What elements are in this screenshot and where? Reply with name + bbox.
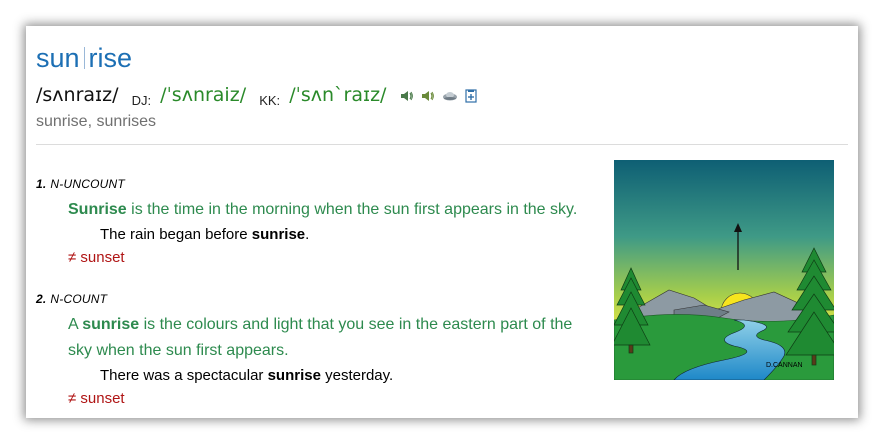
speaker-us-icon[interactable] — [421, 89, 435, 103]
sense-1-def-headword: Sunrise — [68, 201, 127, 218]
sense-1-number: 1. — [36, 177, 47, 191]
dj-pronunciation: /ˈsʌnraiz/ — [160, 84, 247, 106]
dj-label: DJ: — [131, 93, 152, 108]
sense-2-def-headword: sunrise — [82, 316, 140, 333]
sense-2-antonym[interactable]: ≠ sunset — [68, 389, 125, 409]
dictionary-card: sun rise /sʌnraɪz/ DJ: /ˈsʌnraiz/ KK: /ˈs… — [26, 26, 858, 418]
sense-1-example-before: The rain began before — [100, 226, 252, 243]
divider — [36, 144, 848, 145]
sense-2-label: 2. N-COUNT — [36, 292, 107, 306]
headword: sun rise — [36, 42, 132, 74]
sense-1-example-bold: sunrise — [251, 226, 306, 243]
sense-1-example: The rain began before sunrise. — [100, 225, 309, 245]
sense-1-example-after: . — [305, 226, 310, 243]
sunrise-illustration: D.CANNAN — [614, 160, 834, 380]
sense-2-example-before: There was a spectacular — [100, 367, 268, 384]
bookmark-add-icon[interactable] — [465, 89, 477, 103]
ipa-pronunciation: /sʌnraɪz/ — [36, 84, 119, 106]
sense-1-definition: Sunrise is the time in the morning when … — [68, 197, 598, 223]
kk-label: KK: — [259, 93, 281, 108]
sense-1-grammar: N-UNCOUNT — [50, 177, 125, 191]
inflections: sunrise, sunrises — [36, 113, 157, 130]
sense-1-antonym[interactable]: ≠ sunset — [68, 248, 125, 268]
sense-2-grammar: N-COUNT — [50, 292, 108, 306]
sense-2-number: 2. — [36, 292, 47, 306]
sense-2-example-bold: sunrise — [267, 367, 321, 384]
sense-2-def-before: A — [68, 316, 83, 333]
syllable-separator — [83, 47, 85, 69]
kk-pronunciation: /ˈsʌnˋraɪz/ — [289, 84, 387, 106]
headword-syllable-2: rise — [88, 43, 133, 73]
headword-syllable-1: sun — [36, 43, 80, 73]
pronunciation-line: /sʌnraɪz/ DJ: /ˈsʌnraiz/ KK: /ˈsʌnˋraɪz/ — [36, 83, 479, 113]
sense-1-def-after: is the time in the morning when the sun … — [126, 201, 578, 218]
pronunciation-icons — [400, 86, 479, 110]
sense-2-example-after: yesterday. — [320, 367, 394, 384]
cloud-icon[interactable] — [442, 89, 458, 103]
sense-2-def-after: is the colours and light that you see in… — [68, 316, 573, 359]
illustration-credit: D.CANNAN — [766, 362, 803, 369]
sense-2-definition: A sunrise is the colours and light that … — [68, 312, 598, 364]
sense-2-example: There was a spectacular sunrise yesterda… — [100, 366, 393, 386]
speaker-uk-icon[interactable] — [400, 89, 414, 103]
sense-1-label: 1. N-UNCOUNT — [36, 177, 125, 191]
